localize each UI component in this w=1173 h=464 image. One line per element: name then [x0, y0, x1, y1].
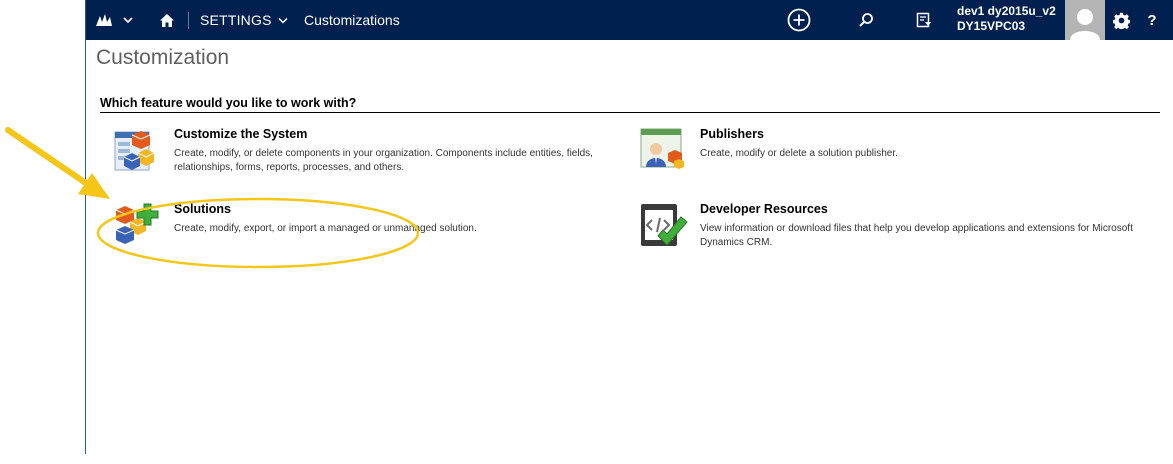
settings-menu[interactable]: SETTINGS	[200, 0, 288, 40]
avatar[interactable]	[1065, 0, 1105, 40]
advanced-find-icon	[916, 12, 931, 28]
chevron-down-icon	[278, 17, 288, 24]
settings-label: SETTINGS	[200, 12, 272, 28]
solutions-description: Create, modify, export, or import a mana…	[174, 223, 477, 234]
customize-the-system-item[interactable]: Customize the System Create, modify, or …	[114, 127, 614, 177]
dynamics-logo-icon	[96, 14, 133, 26]
home-icon	[160, 13, 174, 27]
search-button[interactable]	[856, 0, 876, 40]
user-info[interactable]: dev1 dy2015u_v2 DY15VPC03	[957, 4, 1056, 34]
publishers-icon	[640, 128, 684, 169]
solutions-item[interactable]: Solutions Create, modify, export, or imp…	[114, 202, 614, 252]
customize-the-system-title[interactable]: Customize the System	[174, 127, 307, 141]
developer-resources-item[interactable]: Developer Resources View information or …	[640, 202, 1160, 252]
user-name: dev1 dy2015u_v2	[957, 4, 1056, 18]
top-navigation-bar: SETTINGS Customizations dev1 dy2015u_v2 …	[86, 0, 1173, 40]
advanced-find-button[interactable]	[914, 0, 934, 40]
page-left-border	[85, 0, 86, 454]
publishers-title[interactable]: Publishers	[700, 127, 764, 141]
developer-resources-icon	[641, 204, 688, 246]
customize-the-system-description: Create, modify, or delete components in …	[174, 148, 593, 173]
developer-resources-title[interactable]: Developer Resources	[700, 202, 828, 216]
solutions-title[interactable]: Solutions	[174, 202, 231, 216]
publishers-item[interactable]: Publishers Create, modify or delete a so…	[640, 127, 1140, 177]
developer-resources-description: View information or download files that …	[700, 223, 1133, 248]
plus-circle-icon	[787, 8, 811, 32]
publishers-description: Create, modify or delete a solution publ…	[700, 148, 898, 159]
current-area-link[interactable]: Customizations	[304, 0, 400, 40]
user-avatar-icon	[1070, 9, 1100, 40]
help-button[interactable]: ?	[1140, 0, 1164, 40]
page-title: Customization	[96, 46, 230, 69]
annotation-arrow-icon	[5, 127, 110, 199]
settings-button[interactable]	[1110, 0, 1132, 40]
search-icon	[859, 13, 873, 27]
section-heading: Which feature would you like to work wit…	[100, 96, 1160, 113]
home-button[interactable]	[156, 0, 178, 40]
solutions-icon	[115, 203, 159, 244]
dynamics-logo-button[interactable]	[94, 0, 136, 40]
create-new-record-button[interactable]	[786, 0, 812, 40]
gear-icon	[1112, 12, 1130, 29]
organization-name: DY15VPC03	[957, 19, 1026, 33]
nav-separator	[188, 12, 189, 29]
customize-system-icon	[114, 131, 155, 171]
